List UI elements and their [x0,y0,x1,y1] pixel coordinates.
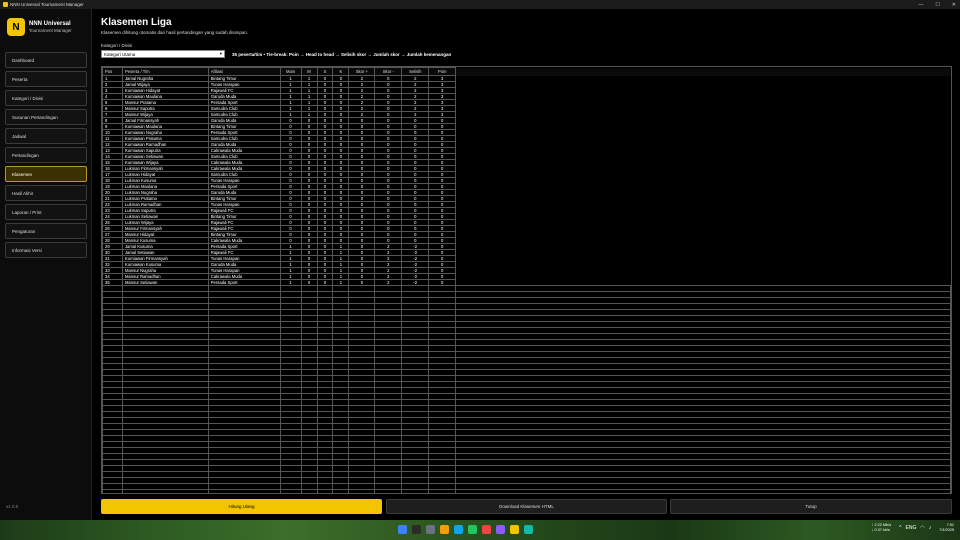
recalculate-button[interactable]: Hitung Ulang [101,499,382,514]
column-header[interactable]: Afiliasi [207,67,281,76]
table-header-row: Pos Peserta / Tim Afiliasi Main M S K Sk… [102,67,951,76]
search-icon[interactable] [412,525,421,534]
standings-table[interactable]: Pos Peserta / Tim Afiliasi Main M S K Sk… [101,66,952,494]
language-indicator[interactable]: ENG [906,525,917,531]
sidebar-nav: Dashboard Peserta Kategori / Divisi Susu… [5,52,87,261]
taskbar: ↑ 2.22 Mb/s ↓ 0.37 kb/s ^ ENG ◠ ♪ 7:51 7… [0,520,960,540]
minimize-icon[interactable]: — [918,2,923,8]
app-icon[interactable] [468,525,477,534]
table-filler [455,67,951,76]
maximize-icon[interactable]: ☐ [935,2,939,8]
empty-cell [102,489,123,493]
brand: N NNN Universal Tournament Manager [7,18,72,36]
main-content: Klasemen Liga Klasemen dihitung otomatis… [92,9,960,520]
close-icon[interactable]: ✕ [952,2,956,8]
wifi-icon[interactable]: ◠ [920,525,924,531]
column-header[interactable]: Main [279,67,302,76]
tiebreak-rules: 35 peserta/tim • Tie-break: Poin → Head … [232,52,452,57]
empty-cell [300,489,318,493]
chevron-up-icon[interactable]: ^ [899,525,901,531]
empty-cell [332,489,350,493]
empty-cell [316,489,334,493]
empty-cell [348,489,376,493]
page-title: Klasemen Liga [101,17,172,28]
category-select-value: Kategori Utama [104,51,136,57]
brand-logo-icon: N [7,18,25,36]
empty-cell [455,489,951,493]
column-header[interactable]: Selisih [401,67,430,76]
sidebar-item-peserta[interactable]: Peserta [5,71,87,87]
category-label: Kategori / Divisi [101,43,133,48]
page-subtitle: Klasemen dihitung otomatis dari hasil pe… [101,30,249,35]
sidebar-item-dashboard[interactable]: Dashboard [5,52,87,68]
clock-date: 7/1/2025 [939,528,954,532]
empty-cell [401,489,430,493]
brand-subtitle: Tournament Manager [29,28,72,33]
download-speed: ↓ 0.37 kb/s [871,528,890,532]
empty-row [102,489,951,493]
sidebar-item-jadwal[interactable]: Jadwal [5,128,87,144]
column-header[interactable]: K [332,67,350,76]
file-explorer-icon[interactable] [440,525,449,534]
column-header[interactable]: Skor + [348,67,376,76]
column-header[interactable]: Skor - [374,67,403,76]
empty-cell [279,489,302,493]
volume-icon[interactable]: ♪ [929,525,932,531]
brand-name: NNN Universal [29,21,71,27]
chevron-down-icon: ▾ [219,51,222,56]
empty-cell [428,489,457,493]
task-view-icon[interactable] [426,525,435,534]
network-speed: ↑ 2.22 Mb/s ↓ 0.37 kb/s [872,523,892,533]
empty-cell [121,489,209,493]
window-titlebar: NNN Universal Tournament Manager — ☐ ✕ [0,0,960,9]
empty-cell [207,489,281,493]
system-tray: ↑ 2.22 Mb/s ↓ 0.37 kb/s ^ ENG ◠ ♪ 7:51 7… [872,523,955,533]
column-header[interactable]: Peserta / Tim [121,67,209,76]
sidebar-item-hasil-akhir[interactable]: Hasil Akhir [5,185,87,201]
sidebar-item-pertandingan[interactable]: Pertandingan [5,147,87,163]
sidebar-item-informasi-versi[interactable]: Informasi Versi [5,242,87,258]
window-controls: — ☐ ✕ [918,0,956,9]
sidebar-item-klasemen[interactable]: Klasemen [5,166,87,182]
column-header[interactable]: Poin [428,67,457,76]
browser-icon[interactable] [454,525,463,534]
tray-icons: ^ ENG ◠ ♪ [899,525,931,531]
sidebar-item-kategori[interactable]: Kategori / Divisi [5,90,87,106]
tournament-app-icon[interactable] [510,525,519,534]
close-button[interactable]: Tutup [670,499,952,514]
column-header[interactable]: M [300,67,318,76]
version-label: v1.0.0 [6,504,19,509]
category-select[interactable]: Kategori Utama ▾ [101,50,225,58]
sidebar-item-pengaturan[interactable]: Pengaturan [5,223,87,239]
empty-cell [374,489,403,493]
sidebar: N NNN Universal Tournament Manager Dashb… [0,9,92,520]
sidebar-item-susunan-pertandingan[interactable]: Susunan Pertandingan [5,109,87,125]
app-icon[interactable] [496,525,505,534]
window-title: NNN Universal Tournament Manager [10,2,84,7]
column-header[interactable]: S [316,67,334,76]
sidebar-item-laporan[interactable]: Laporan / Print [5,204,87,220]
taskbar-apps [398,525,533,534]
app-icon [3,2,8,7]
download-html-button[interactable]: Download Klasemen HTML [386,499,667,514]
app-icon[interactable] [482,525,491,534]
column-header[interactable]: Pos [102,67,123,76]
start-icon[interactable] [398,525,407,534]
clock[interactable]: 7:51 7/1/2025 [939,523,954,533]
app-icon[interactable] [524,525,533,534]
